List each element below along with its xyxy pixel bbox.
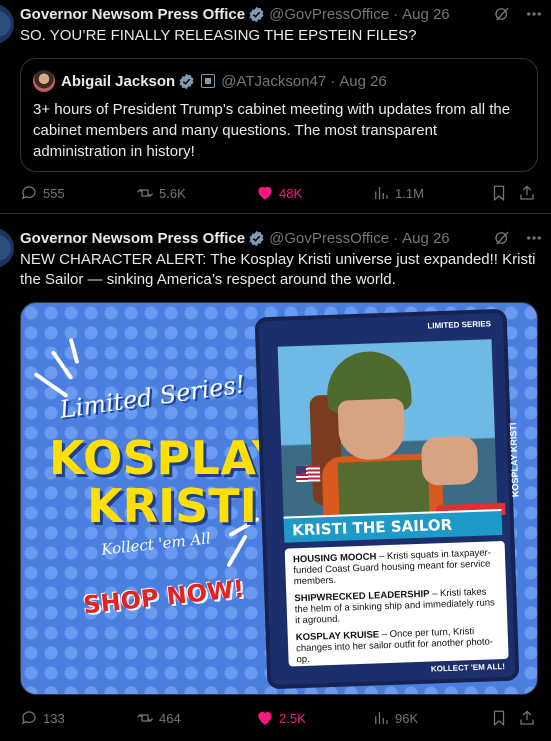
- repost-button[interactable]: 464: [136, 707, 181, 729]
- heart-icon: [258, 711, 272, 725]
- action-bar: 133 464 2.5K 96K: [20, 707, 541, 729]
- tweet[interactable]: Governor Newsom Press Office @GovPressOf…: [0, 0, 551, 214]
- bookmark-icon: [493, 185, 505, 202]
- verified-badge-icon: [249, 6, 264, 22]
- grok-icon[interactable]: [493, 5, 511, 23]
- reply-button[interactable]: 133: [20, 707, 65, 729]
- tweet-header: Governor Newsom Press Office @GovPressOf…: [20, 4, 543, 24]
- bookmark-button[interactable]: [490, 182, 508, 204]
- repost-button[interactable]: 5.6K: [136, 182, 186, 204]
- repost-count: 464: [159, 710, 181, 726]
- quoted-date: Aug 26: [339, 72, 387, 90]
- share-button[interactable]: [518, 182, 536, 204]
- verified-badge-icon: [179, 73, 194, 89]
- quoted-avatar: [33, 70, 55, 92]
- title-kosplay: KOSPLAY: [49, 431, 286, 485]
- avatar[interactable]: [0, 4, 14, 44]
- tweet-text: SO. YOU’RE FINALLY RELEASING THE EPSTEIN…: [20, 27, 417, 44]
- reply-icon: [22, 711, 36, 725]
- tweet[interactable]: Governor Newsom Press Office @GovPressOf…: [0, 214, 551, 741]
- reply-icon: [22, 186, 36, 200]
- card-footer: KOLLECT 'EM ALL!: [430, 661, 506, 674]
- card-vertical-label: KOSPLAY KRISTI: [508, 422, 522, 498]
- views-icon: [375, 712, 388, 724]
- separator-dot: ·: [393, 5, 399, 23]
- reply-count: 555: [43, 185, 65, 201]
- share-icon: [520, 710, 534, 725]
- like-count: 2.5K: [279, 710, 306, 726]
- card-illustration: [277, 339, 498, 525]
- bookmark-icon: [493, 710, 505, 727]
- repost-icon: [137, 189, 153, 197]
- like-count: 48K: [279, 185, 303, 201]
- card-tag: LIMITED SERIES: [427, 319, 492, 331]
- more-icon[interactable]: [525, 5, 543, 23]
- views-icon: [375, 187, 388, 199]
- promo-image[interactable]: Limited Series! KOSPLAY KRISTI Kollect '…: [20, 302, 538, 695]
- share-icon: [520, 185, 534, 200]
- repost-icon: [137, 714, 153, 722]
- card-abilities: HOUSING MOOCH – Kristi squats in taxpaye…: [284, 540, 509, 667]
- tweet-header: Governor Newsom Press Office @GovPressOf…: [20, 228, 543, 248]
- author-name[interactable]: Governor Newsom Press Office: [20, 230, 245, 247]
- tweet-date[interactable]: Aug 26: [402, 230, 450, 247]
- tweet-date[interactable]: Aug 26: [402, 6, 450, 23]
- share-button[interactable]: [518, 707, 536, 729]
- more-icon[interactable]: [525, 229, 543, 247]
- action-bar: 555 5.6K 48K 1.1M: [20, 182, 541, 204]
- quoted-text: 3+ hours of President Trump’s cabinet me…: [33, 101, 511, 160]
- reply-count: 133: [43, 710, 65, 726]
- author-handle[interactable]: @GovPressOffice: [269, 6, 389, 23]
- heart-icon: [258, 186, 272, 200]
- bookmark-button[interactable]: [490, 707, 508, 729]
- view-count: 1.1M: [395, 185, 424, 201]
- author-name[interactable]: Governor Newsom Press Office: [20, 6, 245, 23]
- kollect-text: Kollect 'em All: [100, 529, 212, 559]
- card-name: KRISTI THE SAILOR: [291, 515, 453, 540]
- quoted-author-name: Abigail Jackson: [61, 72, 176, 90]
- views-button[interactable]: 96K: [372, 707, 418, 729]
- quoted-header: Abigail Jackson @ATJackson47 · Aug 26: [33, 70, 387, 92]
- quoted-tweet[interactable]: Abigail Jackson @ATJackson47 · Aug 26 3+…: [20, 58, 538, 172]
- views-button[interactable]: 1.1M: [372, 182, 424, 204]
- like-button[interactable]: 2.5K: [256, 707, 306, 729]
- like-button[interactable]: 48K: [256, 182, 302, 204]
- separator-dot: ·: [330, 72, 336, 90]
- limited-series-text: Limited Series!: [57, 370, 247, 424]
- shop-now-text: SHOP NOW!: [81, 574, 246, 620]
- verified-badge-icon: [249, 230, 264, 246]
- author-handle[interactable]: @GovPressOffice: [269, 230, 389, 247]
- government-affiliation-icon: [201, 74, 216, 88]
- grok-icon[interactable]: [493, 229, 511, 247]
- trading-card: LIMITED SERIES KOSPLAY KRISTI KRISTI THE…: [254, 308, 522, 690]
- tweet-text: NEW CHARACTER ALERT: The Kosplay Kristi …: [20, 251, 536, 288]
- us-flag-icon: [295, 465, 321, 483]
- reply-button[interactable]: 555: [20, 182, 65, 204]
- separator-dot: ·: [393, 229, 399, 247]
- avatar[interactable]: [0, 228, 14, 268]
- quoted-handle: @ATJackson47: [221, 72, 327, 90]
- title-kristi: KRISTI: [87, 479, 257, 533]
- repost-count: 5.6K: [159, 185, 186, 201]
- view-count: 96K: [395, 710, 419, 726]
